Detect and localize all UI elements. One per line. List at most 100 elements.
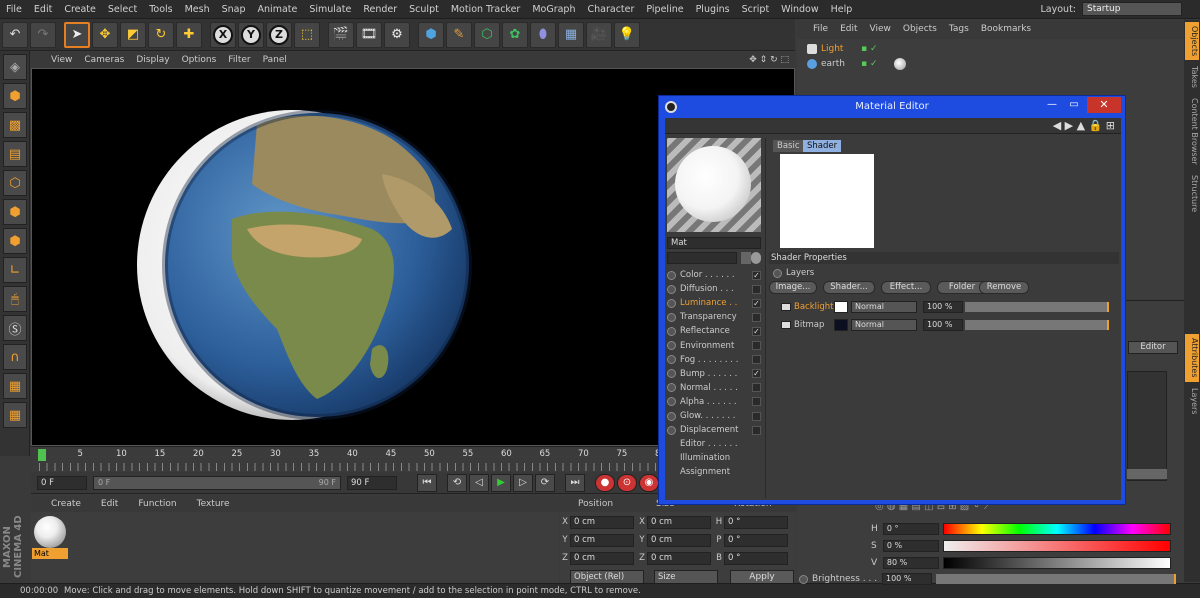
brightness-anim-dot[interactable] <box>799 574 808 584</box>
object-visibility-icons[interactable]: ▪ ✓ <box>861 44 878 54</box>
material-tag-icon[interactable] <box>893 57 906 70</box>
edges-mode-icon[interactable]: ⬢ <box>3 199 27 225</box>
render-picture-viewer-icon[interactable]: 🎞 <box>356 21 382 48</box>
start-frame-field[interactable]: 0 F <box>37 475 87 490</box>
channel-anim-dot[interactable] <box>667 341 676 350</box>
channel-checkbox[interactable]: ✓ <box>752 369 761 379</box>
material-menu-texture[interactable]: Texture <box>187 496 240 512</box>
channel-diffusion[interactable]: Diffusion . . . <box>667 282 761 296</box>
maximize-icon[interactable]: ▭ <box>1063 97 1085 113</box>
menu-snap[interactable]: Snap <box>216 0 252 19</box>
magnet-icon[interactable]: ∩ <box>3 344 27 370</box>
channel-checkbox[interactable] <box>752 383 761 393</box>
channel-anim-dot[interactable] <box>667 425 676 435</box>
menu-simulate[interactable]: Simulate <box>303 0 357 19</box>
hsv-slider[interactable] <box>942 540 1172 552</box>
remove-button[interactable]: Remove <box>979 281 1029 294</box>
menu-create[interactable]: Create <box>58 0 102 19</box>
object-menu-view[interactable]: View <box>864 20 897 39</box>
apply-button[interactable]: Apply <box>730 570 794 584</box>
channel-illumination[interactable]: Illumination <box>667 451 761 465</box>
channel-bump[interactable]: Bump . . . . . . ✓ <box>667 367 761 381</box>
tweak-mode-icon[interactable]: 🖱 <box>3 286 27 312</box>
channel-color[interactable]: Color . . . . . . ✓ <box>667 268 761 282</box>
hsv-value-field[interactable]: 0 ° <box>882 523 939 535</box>
floor-icon[interactable]: ▦ <box>558 21 584 48</box>
side-tab-layers[interactable]: Layers <box>1185 384 1199 418</box>
autokey-icon[interactable]: ⊙ <box>617 473 637 492</box>
y-axis-icon[interactable]: Y <box>238 21 264 48</box>
material-manager-area[interactable] <box>31 512 559 582</box>
side-tab-structure[interactable]: Structure <box>1185 171 1199 216</box>
menu-help[interactable]: Help <box>825 0 859 19</box>
deformer-icon[interactable]: ⬮ <box>530 21 556 48</box>
tab-basic[interactable]: Basic <box>773 140 804 152</box>
snapping-icon[interactable]: Ⓢ <box>3 315 27 341</box>
object-menu-objects[interactable]: Objects <box>897 20 943 39</box>
rotate-icon[interactable]: ↻ <box>148 21 174 48</box>
record-icon[interactable]: ● <box>595 473 615 492</box>
channel-checkbox[interactable] <box>752 355 761 365</box>
z-axis-icon[interactable]: Z <box>266 21 292 48</box>
viewport-menu-options[interactable]: Options <box>176 52 223 68</box>
texture-mode-icon[interactable]: ▩ <box>3 112 27 138</box>
menu-mesh[interactable]: Mesh <box>179 0 216 19</box>
object-menu-edit[interactable]: Edit <box>834 20 863 39</box>
channel-anim-dot[interactable] <box>667 270 676 280</box>
channel-checkbox[interactable] <box>752 425 761 435</box>
object-row[interactable]: earth ▪ ✓ <box>797 56 1184 71</box>
coord-value-field[interactable]: 0 ° <box>724 551 788 565</box>
viewport-menu-panel[interactable]: Panel <box>257 52 293 68</box>
menu-tools[interactable]: Tools <box>143 0 178 19</box>
channel-assignment[interactable]: Assignment <box>667 465 761 479</box>
menu-animate[interactable]: Animate <box>252 0 304 19</box>
menu-render[interactable]: Render <box>357 0 403 19</box>
material-search-field[interactable] <box>667 252 737 264</box>
menu-window[interactable]: Window <box>775 0 824 19</box>
object-menu-file[interactable]: File <box>807 20 834 39</box>
channel-checkbox[interactable] <box>752 284 761 294</box>
world-coord-icon[interactable]: ⬚ <box>294 21 320 48</box>
layer-blend-mode-select[interactable]: Normal <box>851 319 917 331</box>
redo-icon[interactable]: ↷ <box>30 21 56 48</box>
menu-plugins[interactable]: Plugins <box>690 0 736 19</box>
next-frame-icon[interactable]: ▷ <box>513 473 533 492</box>
keyframe-selection-icon[interactable]: ◉ <box>639 473 659 492</box>
channel-checkbox[interactable] <box>752 397 761 407</box>
me-picker-icon[interactable] <box>751 252 761 264</box>
effect-button[interactable]: Effect... <box>881 281 931 294</box>
hsv-value-field[interactable]: 0 % <box>882 540 939 552</box>
planar-workplane-icon[interactable]: ▦ <box>3 402 27 428</box>
polygons-mode-icon[interactable]: ⬢ <box>3 228 27 254</box>
minimize-icon[interactable]: — <box>1041 97 1063 113</box>
layer-color-swatch[interactable] <box>834 301 848 313</box>
coord-value-field[interactable]: 0 cm <box>570 515 634 529</box>
channel-anim-dot[interactable] <box>667 326 676 336</box>
object-menu-bookmarks[interactable]: Bookmarks <box>975 20 1037 39</box>
object-row[interactable]: Light ▪ ✓ <box>797 41 1184 56</box>
shader-layer-row[interactable]: Bitmap Normal 100 % <box>781 318 1117 332</box>
brightness-field[interactable]: 100 % <box>882 573 932 585</box>
menu-motion-tracker[interactable]: Motion Tracker <box>445 0 527 19</box>
side-tab-content-browser[interactable]: Content Browser <box>1185 94 1199 169</box>
attributes-editor-button[interactable]: Editor <box>1128 341 1178 354</box>
hsv-slider[interactable] <box>942 523 1172 535</box>
model-mode-icon[interactable]: ⬢ <box>3 83 27 109</box>
hsv-slider[interactable] <box>942 557 1172 569</box>
layer-color-swatch[interactable] <box>834 319 848 331</box>
layer-visibility-icon[interactable] <box>781 321 791 329</box>
channel-fog[interactable]: Fog . . . . . . . . <box>667 353 761 367</box>
coord-value-field[interactable]: 0 ° <box>724 515 788 529</box>
channel-checkbox[interactable]: ✓ <box>752 326 761 336</box>
cube-icon[interactable]: ⬢ <box>418 21 444 48</box>
light-icon[interactable]: 💡 <box>614 21 640 48</box>
channel-glow[interactable]: Glow. . . . . . . <box>667 409 761 423</box>
close-icon[interactable]: ✕ <box>1087 97 1121 113</box>
layer-opacity-field[interactable]: 100 % <box>923 301 963 313</box>
channel-reflectance[interactable]: Reflectance ✓ <box>667 324 761 338</box>
channel-anim-dot[interactable] <box>667 411 676 421</box>
layers-anim-dot[interactable] <box>773 268 782 278</box>
shader-button[interactable]: Shader... <box>823 281 875 294</box>
channel-transparency[interactable]: Transparency <box>667 310 761 324</box>
channel-checkbox[interactable] <box>752 312 761 322</box>
